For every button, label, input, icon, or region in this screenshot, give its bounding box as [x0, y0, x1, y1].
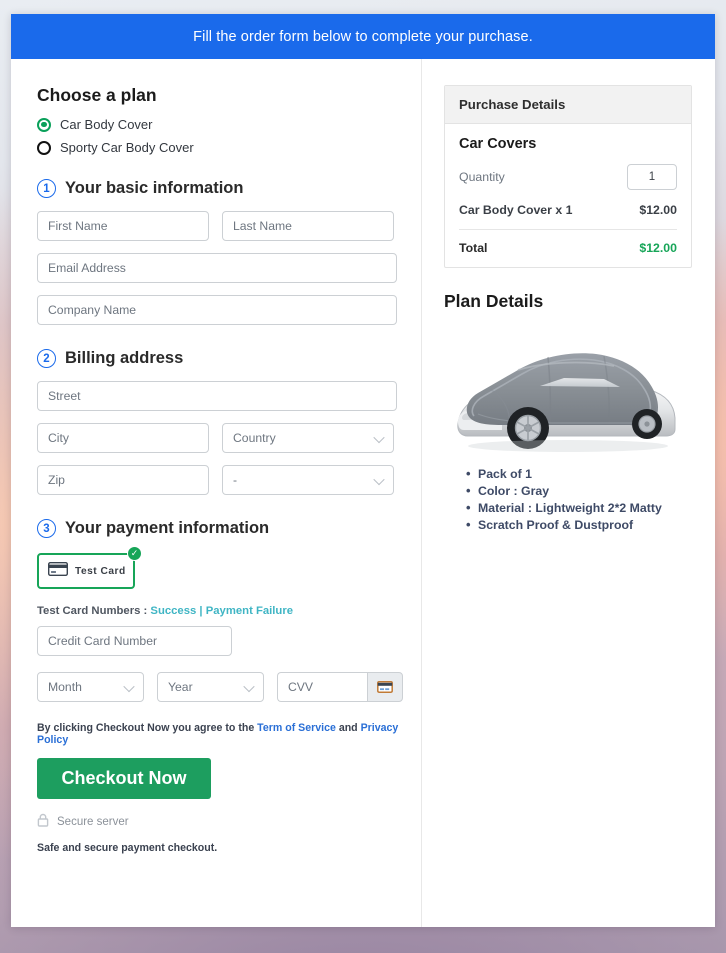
cvv-input[interactable]: CVV [277, 672, 367, 702]
test-card-method-wrapper: Test Card ✓ [37, 546, 142, 589]
plan-option-sporty-car-body-cover[interactable]: Sporty Car Body Cover [37, 140, 403, 155]
terms-text: By clicking Checkout Now you agree to th… [37, 722, 403, 746]
radio-unselected-icon[interactable] [37, 140, 51, 155]
total-label: Total [459, 241, 488, 255]
secure-server-note: Secure server [37, 813, 403, 830]
step-header-billing-address: 2 Billing address [37, 349, 403, 368]
step-title: Billing address [65, 349, 184, 367]
plan-features-list: Pack of 1 Color : Gray Material : Lightw… [466, 466, 692, 532]
summary-column: Purchase Details Car Covers Quantity Car… [422, 59, 714, 927]
credit-card-icon [47, 561, 69, 581]
purchase-details-body: Car Covers Quantity Car Body Cover x 1 $… [445, 124, 691, 267]
country-select-value: Country [233, 431, 276, 445]
plan-details-heading: Plan Details [444, 291, 544, 311]
purchase-details-title: Purchase Details [445, 86, 691, 124]
cvv-group: CVV [277, 672, 403, 702]
plan-option-label: Car Body Cover [60, 117, 153, 132]
street-input[interactable]: Street [37, 381, 397, 411]
test-card-numbers-prefix: Test Card Numbers : [37, 605, 151, 617]
plan-option-car-body-cover[interactable]: Car Body Cover [37, 117, 403, 132]
step-header-payment-information: 3 Your payment information [37, 519, 403, 538]
safe-checkout-note: Safe and secure payment checkout. [37, 842, 218, 854]
quantity-label: Quantity [459, 170, 505, 184]
step-header-basic-information: 1 Your basic information [37, 179, 403, 198]
expiry-cvv-row: Month Year CVV [37, 672, 403, 702]
quantity-input[interactable] [627, 164, 677, 190]
first-name-input[interactable]: First Name [37, 211, 209, 241]
purchase-details-panel: Purchase Details Car Covers Quantity Car… [444, 85, 692, 268]
expiry-year-value: Year [168, 680, 193, 694]
covered-car-image [457, 353, 676, 452]
expiry-month-select[interactable]: Month [37, 672, 144, 702]
test-card-numbers-line: Test Card Numbers : Success | Payment Fa… [37, 605, 403, 617]
email-input[interactable]: Email Address [37, 253, 397, 283]
zip-state-row: Zip - [37, 465, 403, 495]
step-title: Your basic information [65, 179, 244, 197]
total-price: $12.00 [639, 241, 677, 255]
checkout-card: Fill the order form below to complete yo… [11, 14, 715, 927]
street-row: Street [37, 381, 403, 411]
terms-mid: and [335, 722, 361, 734]
step-title: Your payment information [65, 519, 270, 537]
content-columns: Choose a plan Car Body Cover Sporty Car … [11, 59, 715, 927]
step-number-badge: 3 [37, 519, 56, 538]
name-row: First Name Last Name [37, 211, 403, 241]
test-card-label: Test Card [75, 565, 126, 577]
secure-server-label: Secure server [57, 815, 129, 828]
link-separator: | [196, 605, 206, 617]
test-card-method-button[interactable]: Test Card [37, 553, 135, 589]
cvv-help-button[interactable] [367, 672, 403, 702]
choose-plan-heading: Choose a plan [37, 85, 157, 105]
credit-card-number-input[interactable]: Credit Card Number [37, 626, 232, 656]
zip-input[interactable]: Zip [37, 465, 209, 495]
company-row: Company Name [37, 295, 403, 325]
chevron-down-icon [243, 680, 255, 693]
line-item-label: Car Body Cover x 1 [459, 203, 573, 217]
state-select[interactable]: - [222, 465, 394, 495]
plan-feature-item: Color : Gray [466, 483, 692, 498]
city-input[interactable]: City [37, 423, 209, 453]
last-name-input[interactable]: Last Name [222, 211, 394, 241]
company-name-input[interactable]: Company Name [37, 295, 397, 325]
state-select-value: - [233, 473, 238, 487]
chevron-down-icon [373, 431, 385, 444]
quantity-row: Quantity [459, 164, 677, 190]
credit-card-row: Credit Card Number [37, 626, 403, 656]
total-row: Total $12.00 [459, 230, 677, 255]
checkout-now-button[interactable]: Checkout Now [37, 758, 211, 799]
chevron-down-icon [373, 473, 385, 486]
plan-feature-item: Scratch Proof & Dustproof [466, 517, 692, 532]
payment-failure-link[interactable]: Payment Failure [206, 605, 293, 617]
banner-text: Fill the order form below to complete yo… [193, 28, 533, 45]
plan-feature-item: Material : Lightweight 2*2 Matty [466, 500, 692, 515]
step-number-badge: 1 [37, 179, 56, 198]
line-item-row: Car Body Cover x 1 $12.00 [459, 203, 677, 230]
success-link[interactable]: Success [150, 605, 196, 617]
city-country-row: City Country [37, 423, 403, 453]
term-of-service-link[interactable]: Term of Service [257, 722, 336, 734]
check-circle-icon: ✓ [127, 546, 142, 561]
expiry-month-value: Month [48, 680, 82, 694]
lock-icon [37, 813, 49, 830]
page-banner: Fill the order form below to complete yo… [11, 14, 715, 59]
line-item-price: $12.00 [639, 203, 677, 217]
email-row: Email Address [37, 253, 403, 283]
country-select[interactable]: Country [222, 423, 394, 453]
radio-selected-icon[interactable] [37, 117, 51, 132]
step-number-badge: 2 [37, 349, 56, 368]
order-form-column: Choose a plan Car Body Cover Sporty Car … [11, 59, 422, 927]
terms-prefix: By clicking Checkout Now you agree to th… [37, 722, 258, 734]
chevron-down-icon [123, 680, 135, 693]
plan-feature-item: Pack of 1 [466, 466, 692, 481]
card-back-icon [377, 681, 393, 693]
plan-option-label: Sporty Car Body Cover [60, 140, 194, 155]
expiry-year-select[interactable]: Year [157, 672, 264, 702]
product-group-name: Car Covers [459, 136, 537, 152]
